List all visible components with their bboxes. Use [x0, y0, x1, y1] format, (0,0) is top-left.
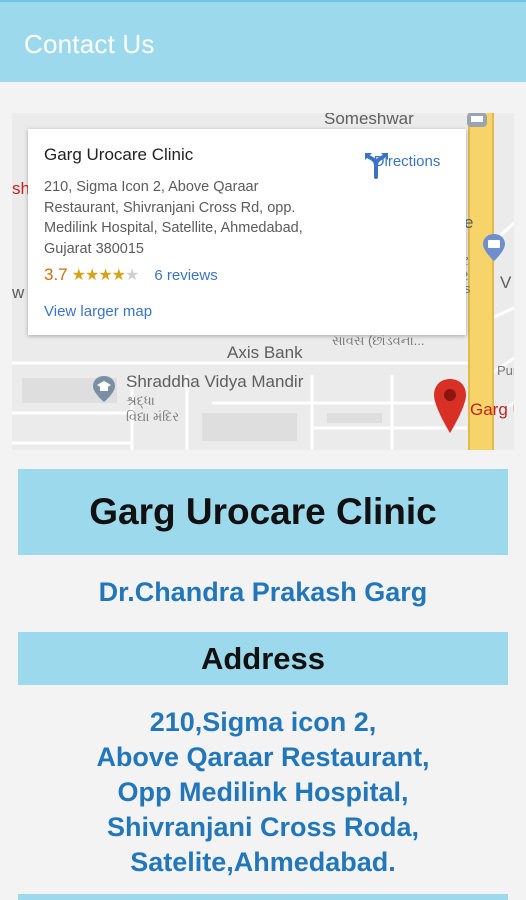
map-label-gujarati-road: સાવસ (છાંડવના...	[332, 333, 425, 348]
view-larger-map-link[interactable]: View larger map	[44, 303, 152, 320]
map-label-shraddha: Shraddha Vidya Mandir	[126, 372, 304, 391]
map-label-shraddha-local-1: શ્રદ્ધા	[126, 393, 155, 408]
map-label-edge-v: V	[500, 273, 512, 292]
directions-button[interactable]: Directions	[362, 149, 452, 179]
location-pin-icon[interactable]	[432, 377, 468, 435]
map-label-puni: Puni	[497, 363, 514, 378]
clinic-name-banner: Garg Urocare Clinic	[18, 469, 508, 555]
rating-stars-icon: ★★★★★	[71, 265, 140, 285]
clinic-name: Garg Urocare Clinic	[89, 491, 437, 532]
place-title: Garg Urocare Clinic	[44, 145, 194, 164]
address-line: Shivranjani Cross Roda,	[106, 812, 420, 842]
stars-filled: ★★★★	[71, 267, 126, 284]
address-line: 210,Sigma icon 2,	[149, 707, 377, 737]
reviews-link[interactable]: 6 reviews	[154, 267, 217, 284]
app-bar: Contact Us	[0, 2, 526, 82]
place-rating: 3.7 ★★★★★ 6 reviews	[44, 265, 218, 285]
place-address: 210, Sigma Icon 2, Above Qaraar Restaura…	[44, 179, 303, 257]
address-line: Satelite,Ahmedabad.	[130, 847, 396, 877]
directions-icon	[365, 153, 388, 179]
app-bar-title: Contact Us	[24, 29, 155, 59]
stars-empty: ★	[125, 267, 139, 284]
transit-poi-icon	[467, 113, 487, 127]
map-label-shraddha-local-2: વિદ્યા મંદિર	[126, 409, 180, 424]
address-line: Above Qaraar Restaurant,	[96, 742, 430, 772]
embedded-map[interactable]: Someshwar Axis Bank Shraddha Vidya Mandi…	[12, 113, 514, 450]
map-label-someshwar: Someshwar	[324, 113, 414, 128]
school-poi-icon[interactable]	[92, 375, 116, 403]
address-heading: Address	[200, 640, 326, 676]
place-info-card: Garg Urocare Clinic 210, Sigma Icon 2, A…	[28, 129, 466, 335]
address-block: 210,Sigma icon 2, Above Qaraar Restauran…	[0, 705, 526, 880]
address-line: Opp Medilink Hospital,	[117, 777, 409, 807]
map-label-garg-pin: Garg U	[470, 400, 514, 419]
hospital-poi-icon[interactable]	[482, 233, 506, 263]
doctor-name: Dr.Chandra Prakash Garg	[98, 577, 428, 607]
address-banner: Address	[18, 632, 508, 685]
rating-value: 3.7	[44, 265, 68, 284]
map-label-axis-bank: Axis Bank	[227, 343, 303, 362]
map-label-edge-w: w	[12, 283, 25, 302]
next-section-banner	[18, 894, 508, 900]
